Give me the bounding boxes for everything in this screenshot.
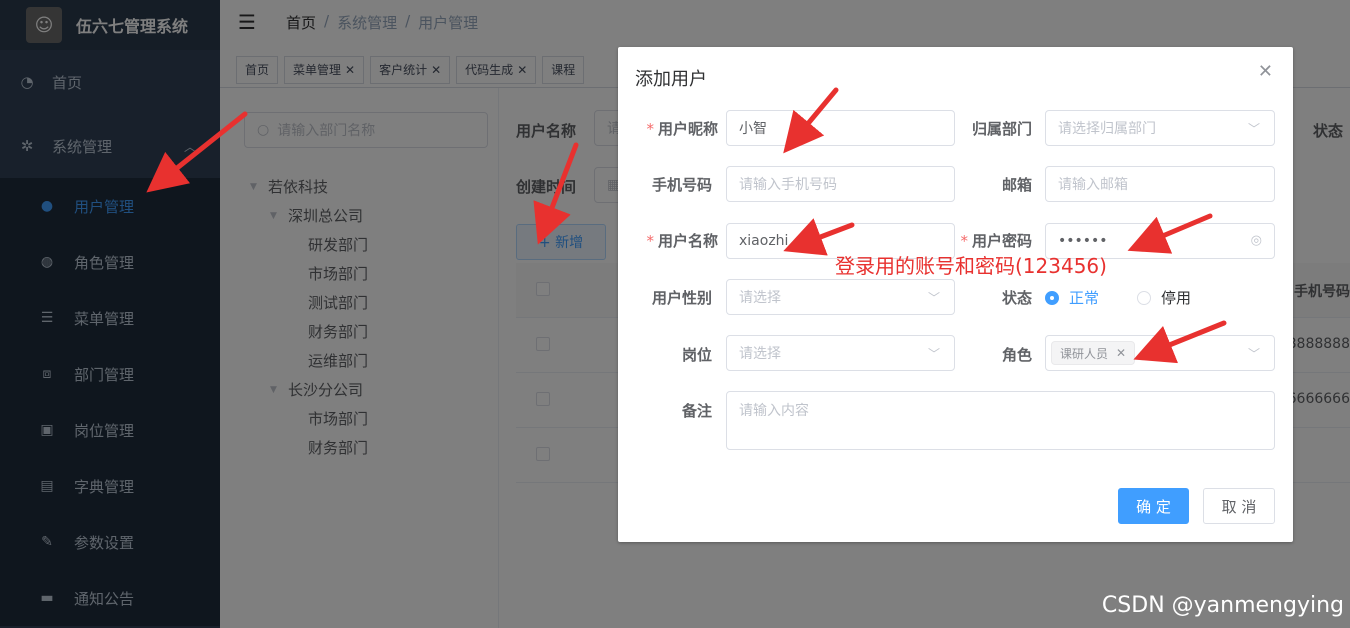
dialog-title: 添加用户	[635, 69, 707, 90]
password-label-text: 用户密码	[971, 232, 1032, 250]
phone-label: 手机号码	[651, 176, 712, 194]
required-mark: *	[646, 232, 654, 250]
role-select[interactable]: 课研人员 ✕ ﹀	[1045, 335, 1275, 371]
email-placeholder: 请输入邮箱	[1058, 177, 1128, 193]
phone-input[interactable]: 请输入手机号码	[726, 166, 955, 202]
nickname-label: * 用户昵称	[618, 118, 718, 139]
gender-label: 用户性别	[651, 289, 712, 307]
gender-placeholder: 请选择	[739, 290, 781, 306]
chevron-down-icon: ﹀	[1247, 347, 1260, 361]
nickname-value: 小智	[739, 121, 767, 137]
status-radio-disabled[interactable]: 停用	[1137, 287, 1191, 308]
nickname-label-text: 用户昵称	[657, 120, 718, 138]
status-radio-normal[interactable]: 正常	[1045, 287, 1099, 308]
password-label: * 用户密码	[932, 230, 1032, 251]
radio-label: 正常	[1069, 289, 1100, 307]
annotation-text: 登录用的账号和密码(123456)	[835, 254, 1107, 278]
radio-label: 停用	[1161, 289, 1192, 307]
role-tag: 课研人员 ✕	[1051, 341, 1136, 365]
nickname-input[interactable]: 小智	[726, 110, 955, 146]
confirm-button[interactable]: 确 定	[1118, 488, 1189, 524]
status-label: 状态	[1001, 289, 1032, 307]
username-label: * 用户名称	[618, 230, 718, 251]
watermark: CSDN @yanmengying	[1101, 593, 1344, 618]
remark-textarea[interactable]: 请输入内容	[726, 391, 1275, 450]
eye-off-icon[interactable]: ◎	[1251, 233, 1262, 248]
remark-placeholder: 请输入内容	[739, 403, 809, 419]
dept-select[interactable]: 请选择归属部门 ﹀	[1045, 110, 1275, 146]
email-input[interactable]: 请输入邮箱	[1045, 166, 1275, 202]
role-tag-label: 课研人员	[1060, 346, 1109, 361]
post-placeholder: 请选择	[739, 346, 781, 362]
required-mark: *	[960, 232, 968, 250]
username-label-text: 用户名称	[657, 232, 718, 250]
required-mark: *	[646, 120, 654, 138]
password-value: ••••••	[1058, 233, 1108, 249]
radio-dot	[1137, 290, 1151, 305]
username-value: xiaozhi	[739, 233, 789, 249]
chevron-down-icon: ﹀	[1247, 122, 1260, 136]
cancel-button[interactable]: 取 消	[1203, 488, 1275, 524]
dept-placeholder: 请选择归属部门	[1058, 121, 1156, 137]
radio-dot	[1045, 290, 1059, 305]
role-label: 角色	[1001, 346, 1032, 364]
email-label: 邮箱	[1001, 176, 1032, 194]
dept-label: 归属部门	[971, 120, 1032, 138]
post-label: 岗位	[681, 346, 712, 364]
add-user-dialog: 添加用户 ✕ * 用户昵称 小智 归属部门 请选择归属部门 ﹀ 手机号码 请输入手机…	[618, 47, 1293, 542]
close-icon[interactable]: ✕	[1116, 346, 1126, 360]
post-select[interactable]: 请选择 ﹀	[726, 335, 955, 371]
phone-placeholder: 请输入手机号码	[739, 177, 837, 193]
gender-select[interactable]: 请选择 ﹀	[726, 279, 955, 315]
close-icon[interactable]: ✕	[1258, 61, 1273, 82]
remark-label: 备注	[681, 402, 712, 420]
